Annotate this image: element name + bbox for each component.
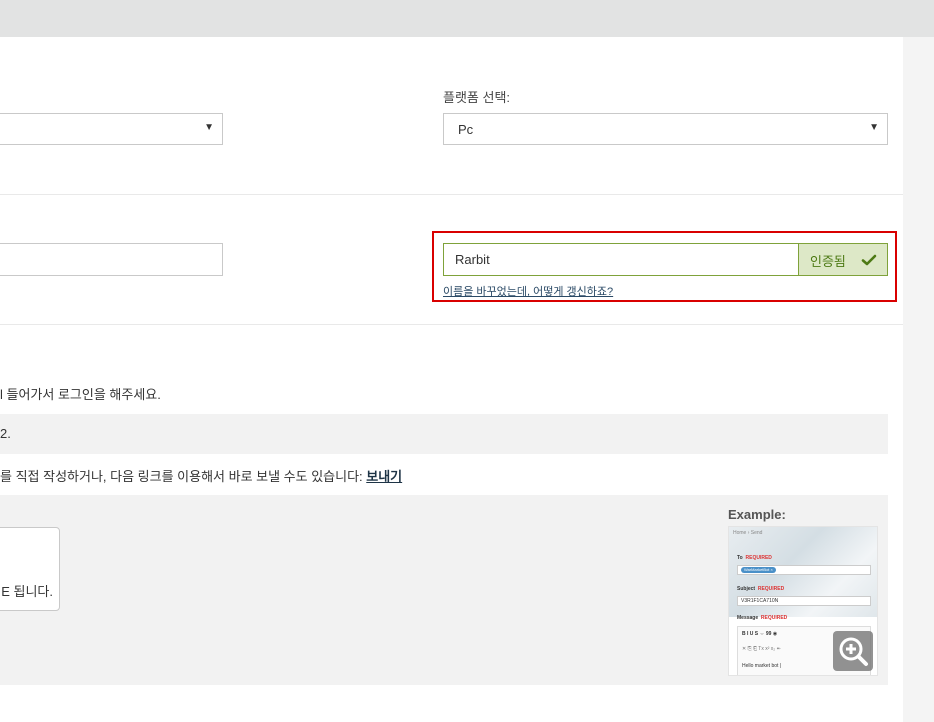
right-gutter bbox=[903, 37, 934, 722]
example-to-label: To REQUIRED bbox=[737, 555, 772, 561]
name-input-value: Rarbit bbox=[455, 252, 490, 267]
example-toolbar-row-1: B I U S ⇔ 99 ◉ bbox=[742, 631, 778, 637]
example-subject-value: V3R1F1CA710N bbox=[741, 598, 779, 604]
example-to-field: WarMarketBot × bbox=[737, 565, 871, 575]
example-message-label: Message REQUIRED bbox=[737, 615, 788, 621]
platform-label: 플랫폼 선택: bbox=[443, 90, 511, 105]
instruction-card-text: E 됩니다. bbox=[1, 584, 53, 599]
zoom-in-icon-glyph bbox=[839, 637, 868, 666]
verified-label: 인증됨 bbox=[810, 254, 846, 269]
example-subject-label: Subject REQUIRED bbox=[737, 586, 785, 592]
instruction-band bbox=[0, 414, 888, 454]
instruction-line-1: l 들어가서 로그인을 해주세요. bbox=[0, 387, 161, 402]
instruction-line-3-text: 를 직접 작성하거나, 다음 링크를 이용해서 바로 보낼 수도 있습니다: bbox=[0, 469, 367, 484]
divider bbox=[0, 324, 903, 325]
left-select[interactable]: ▼ bbox=[0, 113, 223, 145]
example-toolbar-row-2: ✕ ⎘ ⎗ Tx x² x₂ ↞ bbox=[742, 646, 781, 652]
caret-down-icon: ▼ bbox=[204, 122, 214, 133]
example-crumb: Home › Send bbox=[733, 530, 763, 536]
example-title: Example: bbox=[728, 507, 786, 522]
left-input[interactable] bbox=[0, 243, 223, 276]
caret-down-icon: ▼ bbox=[869, 122, 879, 133]
instruction-line-3: 를 직접 작성하거나, 다음 링크를 이용해서 바로 보낼 수도 있습니다: 보… bbox=[0, 466, 402, 485]
check-icon bbox=[861, 254, 877, 266]
example-message-text: Hello market bot | bbox=[742, 663, 782, 669]
rename-help-link[interactable]: 이름을 바꾸었는데, 어떻게 갱신하죠? bbox=[443, 283, 613, 299]
instruction-line-2: 2. bbox=[0, 426, 11, 441]
platform-select-value: Pc bbox=[458, 122, 474, 137]
top-bar bbox=[0, 0, 934, 37]
instruction-card: E 됩니다. bbox=[0, 527, 60, 611]
example-subject-field: V3R1F1CA710N bbox=[737, 596, 871, 606]
platform-select[interactable]: Pc ▼ bbox=[443, 113, 888, 145]
name-input[interactable]: Rarbit bbox=[443, 243, 799, 276]
example-to-tag: WarMarketBot × bbox=[741, 567, 776, 573]
zoom-in-icon[interactable] bbox=[833, 631, 873, 671]
divider bbox=[0, 194, 903, 195]
verified-badge: 인증됨 bbox=[798, 243, 888, 276]
send-link[interactable]: 보내기 bbox=[366, 469, 402, 484]
